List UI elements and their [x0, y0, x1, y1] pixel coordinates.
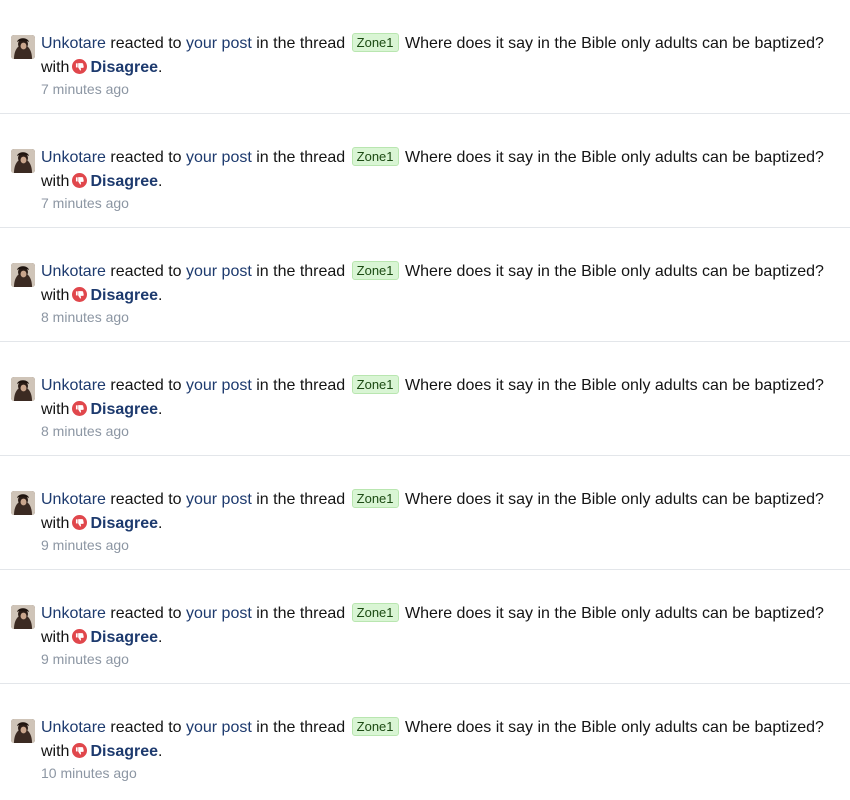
notification-item: Unkotare reacted to your post in the thr…	[0, 228, 850, 342]
thread-title: Where does it say in the Bible only adul…	[404, 491, 824, 508]
notification-content: Unkotare reacted to your post in the thr…	[41, 602, 841, 669]
thread-prefix-badge[interactable]: Zone1	[351, 717, 399, 736]
thread-title: Where does it say in the Bible only adul…	[404, 263, 824, 280]
with-text: with	[41, 629, 70, 646]
notification-content: Unkotare reacted to your post in the thr…	[41, 146, 841, 213]
thumbs-down-icon	[72, 628, 88, 644]
reaction-name[interactable]: Disagree	[90, 515, 158, 532]
thread-prefix-badge[interactable]: Zone1	[351, 33, 399, 52]
with-text: with	[41, 401, 70, 418]
thumbs-down-icon	[72, 286, 88, 302]
notification-item: Unkotare reacted to your post in the thr…	[0, 114, 850, 228]
post-link[interactable]: your post	[186, 35, 252, 52]
thread-title: Where does it say in the Bible only adul…	[404, 377, 824, 394]
notification-item: Unkotare reacted to your post in the thr…	[0, 684, 850, 798]
in-thread-text: in the thread	[256, 719, 346, 736]
post-link[interactable]: your post	[186, 605, 252, 622]
reaction-name[interactable]: Disagree	[90, 743, 158, 760]
in-thread-text: in the thread	[256, 263, 346, 280]
thread-title: Where does it say in the Bible only adul…	[404, 605, 824, 622]
thumbs-down-icon	[72, 58, 88, 74]
notification-item: Unkotare reacted to your post in the thr…	[0, 0, 850, 114]
with-text: with	[41, 515, 70, 532]
username-link[interactable]: Unkotare	[41, 149, 106, 166]
reacted-to-text: reacted to	[110, 149, 182, 166]
reacted-to-text: reacted to	[110, 377, 182, 394]
period: .	[158, 515, 163, 532]
timestamp: 8 minutes ago	[41, 423, 129, 439]
period: .	[158, 173, 163, 190]
reaction-name[interactable]: Disagree	[90, 401, 158, 418]
thumbs-down-icon	[72, 400, 88, 416]
avatar[interactable]	[11, 149, 35, 173]
username-link[interactable]: Unkotare	[41, 719, 106, 736]
timestamp: 7 minutes ago	[41, 195, 129, 211]
post-link[interactable]: your post	[186, 263, 252, 280]
reaction-name[interactable]: Disagree	[90, 173, 158, 190]
thread-prefix-badge[interactable]: Zone1	[351, 489, 399, 508]
notification-item: Unkotare reacted to your post in the thr…	[0, 456, 850, 570]
thread-title: Where does it say in the Bible only adul…	[404, 35, 824, 52]
notification-content: Unkotare reacted to your post in the thr…	[41, 716, 841, 783]
avatar[interactable]	[11, 605, 35, 629]
thumbs-down-icon	[72, 742, 88, 758]
with-text: with	[41, 59, 70, 76]
thumbs-down-icon	[72, 514, 88, 530]
reacted-to-text: reacted to	[110, 491, 182, 508]
post-link[interactable]: your post	[186, 719, 252, 736]
reacted-to-text: reacted to	[110, 263, 182, 280]
thread-title: Where does it say in the Bible only adul…	[404, 149, 824, 166]
notification-content: Unkotare reacted to your post in the thr…	[41, 374, 841, 441]
username-link[interactable]: Unkotare	[41, 491, 106, 508]
reacted-to-text: reacted to	[110, 719, 182, 736]
avatar[interactable]	[11, 719, 35, 743]
username-link[interactable]: Unkotare	[41, 35, 106, 52]
thread-prefix-badge[interactable]: Zone1	[351, 603, 399, 622]
notification-list: Unkotare reacted to your post in the thr…	[0, 0, 850, 800]
timestamp: 7 minutes ago	[41, 81, 129, 97]
username-link[interactable]: Unkotare	[41, 605, 106, 622]
thread-prefix-badge[interactable]: Zone1	[351, 375, 399, 394]
notification-content: Unkotare reacted to your post in the thr…	[41, 488, 841, 555]
timestamp: 8 minutes ago	[41, 309, 129, 325]
with-text: with	[41, 173, 70, 190]
post-link[interactable]: your post	[186, 491, 252, 508]
username-link[interactable]: Unkotare	[41, 377, 106, 394]
reaction-name[interactable]: Disagree	[90, 629, 158, 646]
period: .	[158, 743, 163, 760]
in-thread-text: in the thread	[256, 377, 346, 394]
with-text: with	[41, 743, 70, 760]
thread-prefix-badge[interactable]: Zone1	[351, 261, 399, 280]
thread-title: Where does it say in the Bible only adul…	[404, 719, 824, 736]
avatar[interactable]	[11, 35, 35, 59]
post-link[interactable]: your post	[186, 149, 252, 166]
notification-item: Unkotare reacted to your post in the thr…	[0, 342, 850, 456]
notification-content: Unkotare reacted to your post in the thr…	[41, 260, 841, 327]
thumbs-down-icon	[72, 172, 88, 188]
reacted-to-text: reacted to	[110, 605, 182, 622]
with-text: with	[41, 287, 70, 304]
username-link[interactable]: Unkotare	[41, 263, 106, 280]
period: .	[158, 287, 163, 304]
in-thread-text: in the thread	[256, 35, 346, 52]
post-link[interactable]: your post	[186, 377, 252, 394]
avatar[interactable]	[11, 491, 35, 515]
in-thread-text: in the thread	[256, 605, 346, 622]
in-thread-text: in the thread	[256, 149, 346, 166]
timestamp: 9 minutes ago	[41, 537, 129, 553]
avatar[interactable]	[11, 263, 35, 287]
notification-content: Unkotare reacted to your post in the thr…	[41, 32, 841, 99]
in-thread-text: in the thread	[256, 491, 346, 508]
period: .	[158, 59, 163, 76]
thread-prefix-badge[interactable]: Zone1	[351, 147, 399, 166]
notification-item: Unkotare reacted to your post in the thr…	[0, 570, 850, 684]
period: .	[158, 629, 163, 646]
reaction-name[interactable]: Disagree	[90, 59, 158, 76]
reacted-to-text: reacted to	[110, 35, 182, 52]
period: .	[158, 401, 163, 418]
avatar[interactable]	[11, 377, 35, 401]
timestamp: 10 minutes ago	[41, 765, 137, 781]
reaction-name[interactable]: Disagree	[90, 287, 158, 304]
timestamp: 9 minutes ago	[41, 651, 129, 667]
